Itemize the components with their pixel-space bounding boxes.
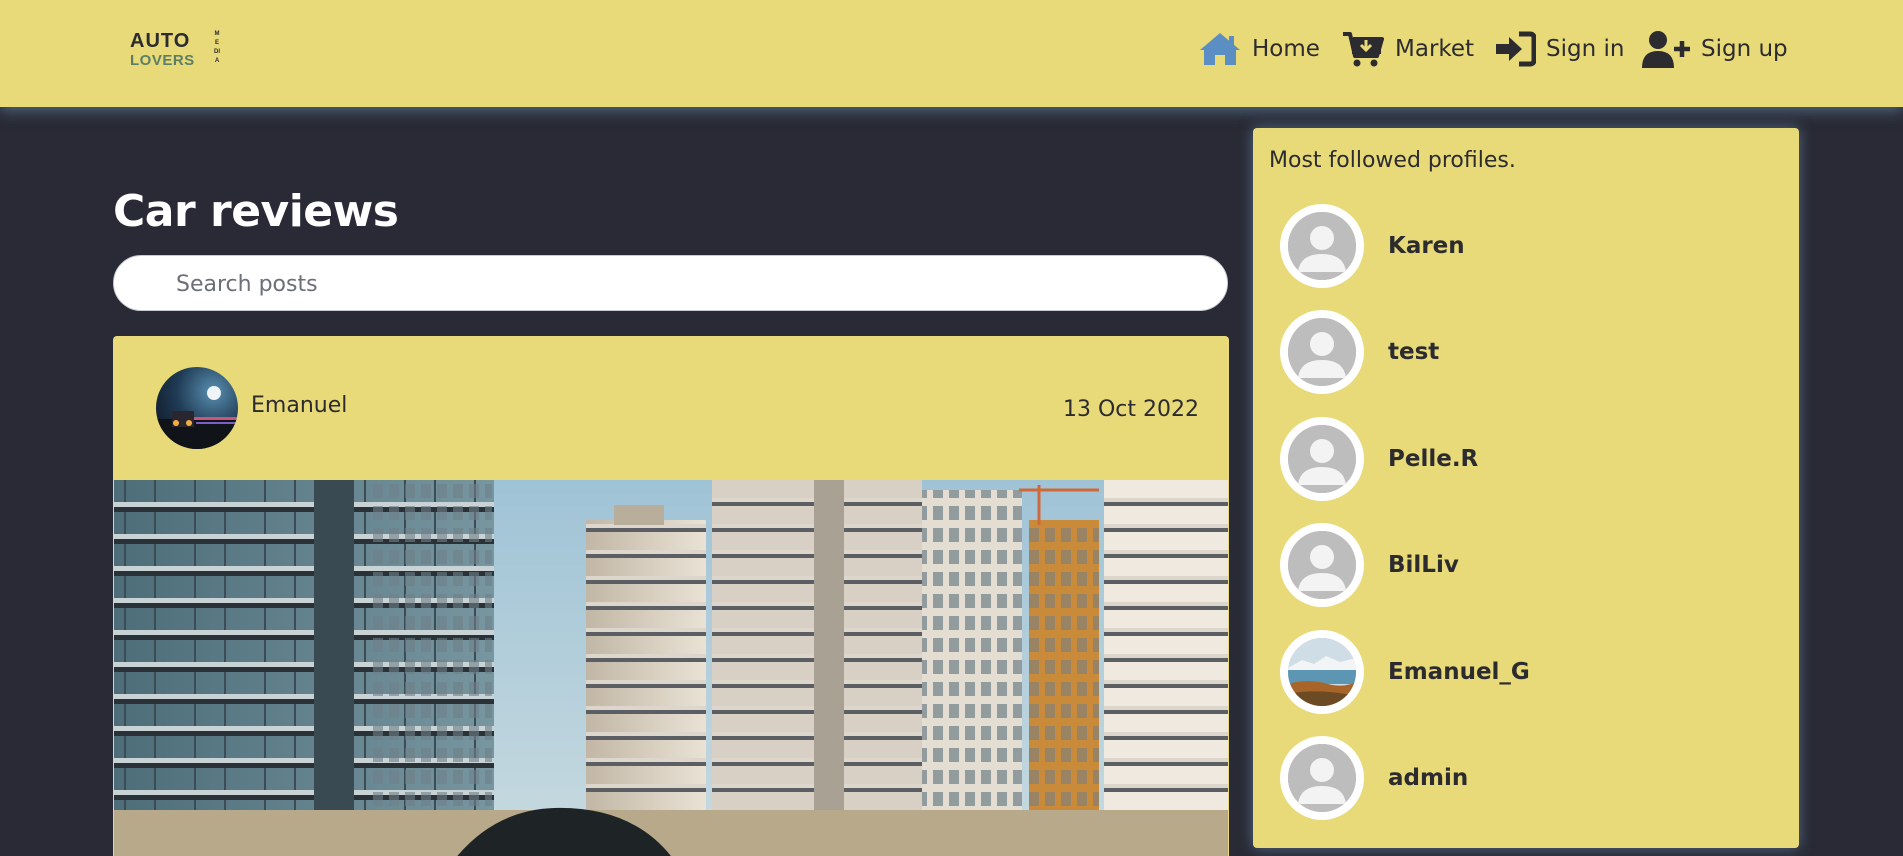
landscape-avatar-image <box>1288 638 1356 706</box>
nav-signin-label: Sign in <box>1546 36 1625 62</box>
brand-logo[interactable]: AUTO LOVERS MEDIA <box>126 28 222 72</box>
post-date: 13 Oct 2022 <box>1062 397 1199 422</box>
avatar[interactable] <box>1280 310 1364 394</box>
search-bar[interactable] <box>113 255 1228 312</box>
user-plus-icon <box>1641 29 1691 69</box>
search-input[interactable] <box>174 256 1178 312</box>
profile-name[interactable]: Emanuel_G <box>1388 659 1530 685</box>
nav-signup-label: Sign up <box>1701 36 1788 62</box>
profile-item[interactable]: admin <box>1280 735 1780 821</box>
post-image[interactable] <box>114 480 1228 856</box>
profile-name[interactable]: test <box>1388 339 1439 365</box>
page-title: Car reviews <box>113 186 399 237</box>
nav-signin-link[interactable]: Sign in <box>1494 26 1624 72</box>
sign-in-icon <box>1494 31 1536 67</box>
navbar: AUTO LOVERS MEDIA Home Market Sign in Si… <box>0 0 1903 107</box>
nav-home-link[interactable]: Home <box>1198 26 1320 72</box>
default-user-icon <box>1288 212 1356 280</box>
most-followed-sidebar: Most followed profiles. Karen test Pelle… <box>1253 128 1799 848</box>
default-user-icon <box>1288 425 1356 493</box>
profile-name[interactable]: admin <box>1388 765 1468 791</box>
default-user-icon <box>1288 531 1356 599</box>
profile-name[interactable]: Pelle.R <box>1388 446 1478 472</box>
post-author-name[interactable]: Emanuel <box>251 393 347 418</box>
default-user-icon <box>1288 318 1356 386</box>
avatar[interactable] <box>1280 204 1364 288</box>
avatar[interactable] <box>1280 523 1364 607</box>
profile-item[interactable]: Karen <box>1280 203 1780 289</box>
profile-name[interactable]: Karen <box>1388 233 1465 259</box>
post-card[interactable]: Emanuel 13 Oct 2022 <box>113 336 1229 856</box>
brand-line-1: AUTO <box>130 30 191 52</box>
avatar[interactable] <box>1280 736 1364 820</box>
home-icon <box>1198 31 1242 67</box>
profile-item[interactable]: Emanuel_G <box>1280 629 1780 715</box>
nav-home-label: Home <box>1252 36 1320 62</box>
nav-signup-link[interactable]: Sign up <box>1641 26 1788 72</box>
brand-line-2: LOVERS <box>130 52 195 69</box>
cart-download-icon <box>1341 29 1385 69</box>
sidebar-title: Most followed profiles. <box>1269 148 1516 173</box>
nav-market-link[interactable]: Market <box>1341 26 1474 72</box>
post-author-avatar[interactable] <box>156 367 238 449</box>
avatar[interactable] <box>1280 630 1364 714</box>
avatar[interactable] <box>1280 417 1364 501</box>
brand-line-3: MEDIA <box>214 31 220 64</box>
profile-item[interactable]: BilLiv <box>1280 522 1780 608</box>
profile-name[interactable]: BilLiv <box>1388 552 1459 578</box>
nav-market-label: Market <box>1395 36 1475 62</box>
default-user-icon <box>1288 744 1356 812</box>
profile-item[interactable]: Pelle.R <box>1280 416 1780 502</box>
profile-item[interactable]: test <box>1280 309 1780 395</box>
